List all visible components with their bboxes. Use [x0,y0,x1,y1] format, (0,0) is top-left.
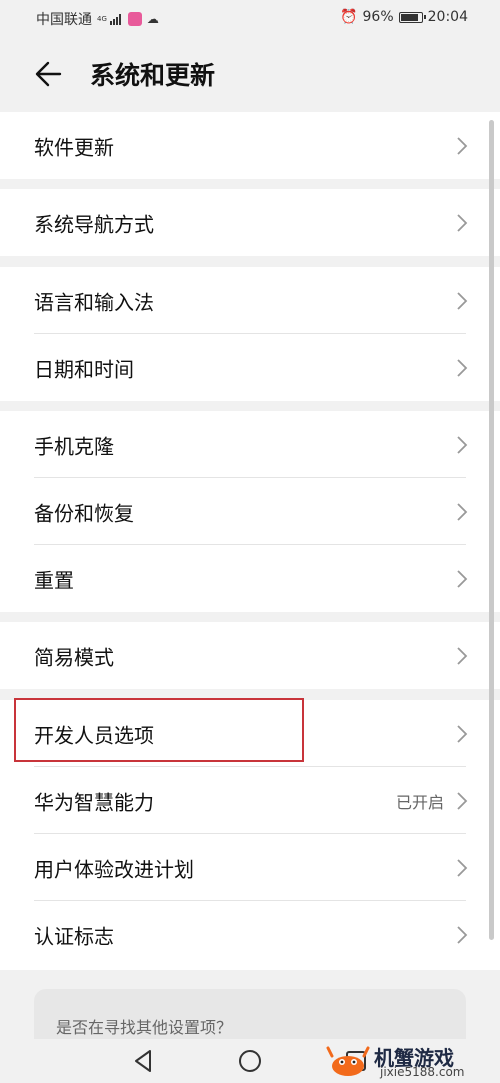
search-suggestion-text: 是否在寻找其他设置项？ [56,1018,233,1037]
signal-icon [109,13,121,25]
app-notification-icon [127,12,142,26]
menu-item-phone-clone[interactable]: 手机克隆 [0,411,500,478]
watermark: 机蟹游戏 jixie5188.com [326,1040,496,1082]
menu-item-huawei-ai[interactable]: 华为智慧能力 已开启 [0,767,500,834]
menu-item-label: 备份和恢复 [34,501,134,525]
chevron-right-icon [457,925,468,944]
menu-item-label: 软件更新 [34,135,114,159]
menu-item-user-experience[interactable]: 用户体验改进计划 [0,834,500,901]
menu-item-value: 已开启 [395,792,444,812]
network-type: 4G [97,14,107,23]
chevron-right-icon [457,791,468,810]
menu-item-date-time[interactable]: 日期和时间 [0,334,500,401]
home-circle-icon[interactable] [234,1045,266,1077]
chevron-right-icon [457,435,468,454]
chevron-right-icon [457,358,468,377]
arrow-left-icon[interactable] [30,54,70,94]
search-suggestion-card[interactable]: 是否在寻找其他设置项？ [34,989,466,1039]
menu-item-label: 华为智慧能力 [34,790,154,814]
page-title: 系统和更新 [90,61,216,90]
chevron-right-icon [457,213,468,232]
crab-logo-icon [326,1046,370,1076]
menu-item-language-input[interactable]: 语言和输入法 [0,267,500,334]
menu-item-simple-mode[interactable]: 简易模式 [0,622,500,689]
highlight-box [14,698,304,762]
alarm-icon: ⏰ [340,9,358,25]
settings-group-update: 软件更新 [0,112,500,179]
menu-item-label: 日期和时间 [34,357,134,381]
settings-group-language: 语言和输入法 日期和时间 [0,267,500,401]
scrollbar[interactable] [489,120,494,940]
chevron-right-icon [457,136,468,155]
back-triangle-icon[interactable] [128,1045,160,1077]
status-left: 中国联通 4G ☁ [36,9,159,29]
menu-item-label: 认证标志 [34,924,114,948]
carrier-name: 中国联通 [36,12,92,28]
chevron-right-icon [457,502,468,521]
settings-group-navigation: 系统导航方式 [0,189,500,256]
watermark-url: jixie5188.com [380,1065,465,1079]
chevron-right-icon [457,646,468,665]
page-header: 系统和更新 [0,34,500,114]
chevron-right-icon [457,569,468,588]
weather-icon: ☁ [146,12,159,26]
menu-item-label: 系统导航方式 [34,212,154,236]
status-bar: 中国联通 4G ☁ ⏰ 96% 20:04 [0,0,500,34]
settings-group-backup: 手机克隆 备份和恢复 重置 [0,411,500,612]
clock: 20:04 [427,9,468,25]
menu-item-label: 重置 [34,568,74,592]
chevron-right-icon [457,291,468,310]
menu-item-label: 用户体验改进计划 [34,857,194,881]
menu-item-backup-restore[interactable]: 备份和恢复 [0,478,500,545]
menu-item-software-update[interactable]: 软件更新 [0,112,500,179]
menu-item-label: 语言和输入法 [34,290,154,314]
menu-item-label: 简易模式 [34,645,114,669]
battery-percent: 96% [362,9,394,25]
status-right: ⏰ 96% 20:04 [340,9,468,25]
battery-icon [398,11,426,23]
menu-item-label: 手机克隆 [34,434,114,458]
chevron-right-icon [457,724,468,743]
chevron-right-icon [457,858,468,877]
settings-group-simple-mode: 简易模式 [0,622,500,689]
menu-item-reset[interactable]: 重置 [0,545,500,612]
menu-item-system-navigation[interactable]: 系统导航方式 [0,189,500,256]
menu-item-certification[interactable]: 认证标志 [0,901,500,968]
